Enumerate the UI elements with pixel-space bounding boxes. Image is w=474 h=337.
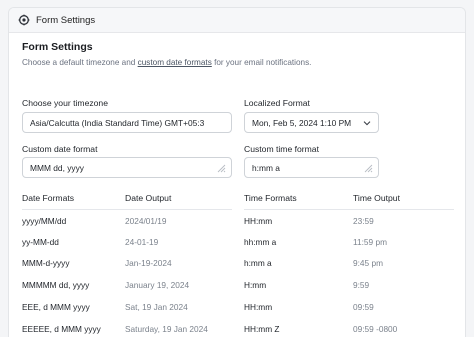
custom-date-format-input[interactable]: MMM dd, yyyy bbox=[22, 157, 232, 178]
time-output-cell: 09:59 bbox=[353, 302, 374, 312]
date-output-cell: Saturday, 19 Jan 2024 bbox=[125, 324, 208, 334]
time-format-cell: h:mm a bbox=[244, 258, 272, 268]
time-output-cell: 09:59 -0800 bbox=[353, 324, 398, 334]
resize-handle-icon[interactable] bbox=[217, 164, 226, 173]
date-output-cell: Jan-19-2024 bbox=[125, 258, 172, 268]
page-title: Form Settings bbox=[22, 41, 93, 53]
chevron-down-icon bbox=[363, 119, 371, 127]
time-output-cell: 9:45 pm bbox=[353, 258, 383, 268]
custom-date-formats-link[interactable]: custom date formats bbox=[138, 58, 212, 67]
time-output-header: Time Output bbox=[353, 193, 400, 203]
localized-format-select[interactable]: Mon, Feb 5, 2024 1:10 PM bbox=[244, 112, 379, 133]
time-output-cell: 23:59 bbox=[353, 216, 374, 226]
timezone-select[interactable]: Asia/Calcutta (India Standard Time) GMT+… bbox=[22, 112, 232, 133]
date-table-divider bbox=[22, 209, 232, 210]
time-format-cell: HH:mm bbox=[244, 302, 273, 312]
gear-icon bbox=[18, 14, 30, 26]
window-title: Form Settings bbox=[36, 14, 96, 26]
date-format-cell: EEE, d MMM yyyy bbox=[22, 302, 90, 312]
resize-handle-icon[interactable] bbox=[364, 164, 373, 173]
date-formats-header: Date Formats bbox=[22, 193, 75, 203]
time-formats-header: Time Formats bbox=[244, 193, 297, 203]
description-text-end: for your email notifications. bbox=[211, 58, 312, 67]
description-text: Choose a default timezone and bbox=[22, 58, 138, 67]
localized-format-label: Localized Format bbox=[244, 98, 310, 108]
timezone-label: Choose your timezone bbox=[22, 98, 108, 108]
time-table-divider bbox=[244, 209, 454, 210]
date-format-cell: MMM-d-yyyy bbox=[22, 258, 70, 268]
form-settings-window: Form Settings Form Settings Choose a def… bbox=[8, 7, 466, 337]
localized-format-value: Mon, Feb 5, 2024 1:10 PM bbox=[252, 117, 352, 128]
titlebar: Form Settings bbox=[9, 8, 465, 33]
date-output-cell: 24-01-19 bbox=[125, 237, 159, 247]
time-format-cell: HH:mm Z bbox=[244, 324, 280, 334]
date-format-cell: yy-MM-dd bbox=[22, 237, 59, 247]
date-output-header: Date Output bbox=[125, 193, 172, 203]
custom-time-format-label: Custom time format bbox=[244, 144, 319, 154]
time-output-cell: 9:59 bbox=[353, 280, 370, 290]
date-format-cell: EEEEE, d MMM yyyy bbox=[22, 324, 101, 334]
date-output-cell: Sat, 19 Jan 2024 bbox=[125, 302, 188, 312]
custom-date-format-value: MMM dd, yyyy bbox=[30, 162, 84, 173]
time-output-cell: 11:59 pm bbox=[353, 237, 387, 247]
custom-time-format-input[interactable]: h:mm a bbox=[244, 157, 379, 178]
date-format-cell: yyyy/MM/dd bbox=[22, 216, 67, 226]
time-format-cell: hh:mm a bbox=[244, 237, 277, 247]
custom-time-format-value: h:mm a bbox=[252, 162, 280, 173]
time-format-cell: H:mm bbox=[244, 280, 267, 290]
timezone-value: Asia/Calcutta (India Standard Time) GMT+… bbox=[30, 117, 205, 128]
settings-content: Form Settings Choose a default timezone … bbox=[22, 41, 454, 334]
date-output-cell: 2024/01/19 bbox=[125, 216, 167, 226]
page-description: Choose a default timezone and custom dat… bbox=[22, 58, 452, 67]
date-format-cell: MMMMM dd, yyyy bbox=[22, 280, 90, 290]
time-format-cell: HH:mm bbox=[244, 216, 273, 226]
date-output-cell: January 19, 2024 bbox=[125, 280, 190, 290]
custom-date-format-label: Custom date format bbox=[22, 144, 98, 154]
